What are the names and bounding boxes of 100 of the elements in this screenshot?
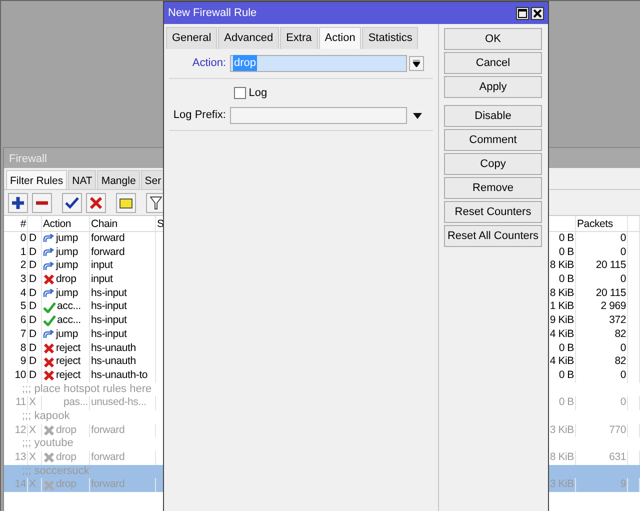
jump-icon <box>43 262 55 271</box>
column-header[interactable]: Action <box>42 216 90 231</box>
tab[interactable]: Action <box>318 27 362 48</box>
tab[interactable]: General <box>166 27 218 48</box>
column-header[interactable]: # <box>4 216 28 231</box>
table-cell: 12 <box>14 424 26 436</box>
dialog-button[interactable]: Cancel <box>444 52 542 74</box>
table-cell: D <box>29 342 36 354</box>
jump-icon <box>43 248 55 258</box>
dropdown-button[interactable] <box>409 56 424 70</box>
close-button[interactable] <box>531 6 544 20</box>
log-prefix-field[interactable] <box>230 107 407 124</box>
checkbox[interactable] <box>234 86 246 99</box>
table-cell: 1 <box>20 246 26 258</box>
table-cell: 10 <box>14 368 26 381</box>
column-header[interactable]: Packets <box>576 216 628 231</box>
table-cell: D <box>29 232 36 244</box>
table-cell: 372 <box>609 314 626 326</box>
check-icon <box>65 196 79 210</box>
table-cell: 20 115 <box>596 286 626 299</box>
maximize-icon <box>518 8 527 18</box>
toolbar-button[interactable] <box>8 192 28 212</box>
toolbar-button[interactable] <box>116 192 136 212</box>
table-cell: 0 <box>20 232 26 244</box>
caret-icon[interactable] <box>413 112 422 118</box>
dialog-button[interactable]: Comment <box>444 129 542 151</box>
dialog-button[interactable]: OK <box>444 28 542 50</box>
tab[interactable]: Filter Rules <box>6 170 68 189</box>
dialog-button[interactable]: Apply <box>444 76 542 98</box>
tab[interactable]: Statistics <box>362 27 418 48</box>
table-cell: 8 <box>20 342 26 354</box>
table-cell: 8 KiB <box>550 286 574 299</box>
tab[interactable]: Advanced <box>218 27 280 48</box>
toolbar-button[interactable] <box>32 192 52 212</box>
tab[interactable]: Extra <box>280 27 318 48</box>
table-cell: X <box>29 396 36 408</box>
jump-icon <box>43 289 55 298</box>
table-cell: acc... <box>57 314 81 328</box>
table-cell: 3 <box>20 273 26 286</box>
cross-icon <box>89 196 103 210</box>
table-cell: drop <box>56 273 76 287</box>
toolbar-button[interactable] <box>86 192 106 212</box>
tab[interactable]: Ser <box>140 170 166 189</box>
table-cell: jump <box>56 232 78 246</box>
table-cell: 0 B <box>558 273 574 286</box>
check-icon <box>43 315 56 326</box>
dialog-button[interactable]: Remove <box>444 177 542 199</box>
table-cell: 7 <box>20 328 26 340</box>
table-cell: 3 KiB <box>550 424 574 436</box>
window-title: New Firewall Rule <box>168 6 257 21</box>
toolbar-button[interactable] <box>62 192 82 212</box>
table-cell: pas... <box>64 396 88 410</box>
table-cell: acc... <box>57 300 81 314</box>
jump-icon <box>43 234 55 244</box>
table-cell: forward <box>91 246 125 258</box>
dialog-button[interactable]: Reset Counters <box>444 201 542 223</box>
dialog-button[interactable]: Disable <box>444 105 542 127</box>
cross-icon <box>43 480 55 491</box>
table-cell: D <box>29 273 36 286</box>
table-cell: 2 969 <box>600 300 626 312</box>
tab[interactable]: NAT <box>68 170 96 189</box>
table-cell: 82 <box>614 355 626 368</box>
table-cell: D <box>29 355 36 368</box>
dialog-button[interactable]: Copy <box>444 153 542 175</box>
table-cell: reject <box>56 342 80 356</box>
table-cell: hs-input <box>91 328 127 340</box>
table-cell: hs-input <box>91 300 127 312</box>
table-cell: 0 <box>620 342 626 354</box>
check-icon <box>43 302 56 313</box>
table-cell: D <box>29 300 36 312</box>
table-cell: forward <box>91 451 125 463</box>
dialog-button[interactable]: Reset All Counters <box>444 225 542 247</box>
cross-icon <box>43 452 55 464</box>
table-cell: 6 <box>20 314 26 326</box>
column-header[interactable]: Chain <box>90 216 156 231</box>
cross-icon <box>43 274 55 286</box>
table-cell: D <box>29 259 36 272</box>
table-cell: input <box>91 273 113 286</box>
table-cell: 5 <box>20 300 26 312</box>
table-cell: X <box>29 451 36 463</box>
table-cell: hs-unauth-to <box>91 368 148 381</box>
table-cell: jump <box>56 246 78 260</box>
table-cell: 0 B <box>558 368 574 381</box>
table-cell: D <box>29 286 36 299</box>
table-cell: 0 <box>620 246 626 258</box>
table-cell: forward <box>91 232 125 244</box>
table-cell: 4 KiB <box>550 355 574 368</box>
table-cell: drop <box>56 478 76 492</box>
table-cell: input <box>91 259 113 272</box>
table-cell: 0 B <box>558 232 574 244</box>
table-cell: X <box>29 424 36 436</box>
table-cell: 9 <box>620 478 626 490</box>
table-cell: D <box>29 328 36 340</box>
table-cell: drop <box>56 451 76 465</box>
tab[interactable]: Mangle <box>97 170 140 189</box>
table-cell: reject <box>56 355 80 369</box>
table-cell: drop <box>56 424 76 438</box>
checkbox-label: Log <box>248 86 268 100</box>
table-cell: 2 <box>20 259 26 272</box>
maximize-button[interactable] <box>516 6 529 20</box>
